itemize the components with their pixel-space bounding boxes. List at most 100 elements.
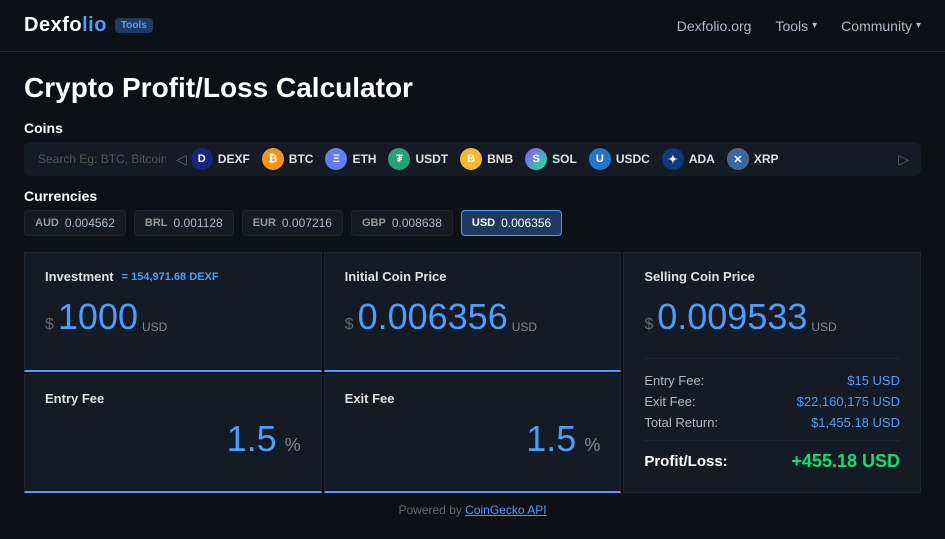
coins-label: Coins bbox=[24, 120, 921, 136]
sol-icon: S bbox=[525, 148, 547, 170]
nav-community-link[interactable]: Community ▾ bbox=[841, 18, 921, 34]
currency-aud[interactable]: AUD 0.004562 bbox=[24, 210, 126, 236]
selling-price-prefix: $ bbox=[644, 316, 653, 334]
coin-item-xrp[interactable]: ✕ XRP bbox=[727, 148, 779, 170]
coin-item-ada[interactable]: ✦ ADA bbox=[662, 148, 715, 170]
coins-prev-button[interactable]: ◁ bbox=[172, 149, 191, 170]
investment-unit: USD bbox=[142, 320, 167, 338]
coin-item-btc[interactable]: ₿ BTC bbox=[262, 148, 314, 170]
coingecko-link[interactable]: CoinGecko API bbox=[465, 503, 546, 517]
currency-brl[interactable]: BRL 0.001128 bbox=[134, 210, 234, 236]
coin-item-sol[interactable]: S SOL bbox=[525, 148, 577, 170]
gbp-value: 0.008638 bbox=[392, 216, 442, 230]
aud-code: AUD bbox=[35, 217, 59, 229]
usdt-icon: ₮ bbox=[388, 148, 410, 170]
currencies-row: AUD 0.004562 BRL 0.001128 EUR 0.007216 G… bbox=[24, 210, 921, 236]
nav-tools-link[interactable]: Tools ▾ bbox=[775, 18, 817, 34]
btc-label: BTC bbox=[289, 152, 314, 166]
coin-item-bnb[interactable]: B BNB bbox=[460, 148, 513, 170]
profit-loss-value: +455.18 USD bbox=[791, 451, 900, 472]
aud-value: 0.004562 bbox=[65, 216, 115, 230]
usd-value: 0.006356 bbox=[501, 216, 551, 230]
tools-chevron-icon: ▾ bbox=[812, 20, 817, 31]
usdc-label: USDC bbox=[616, 152, 650, 166]
dexf-label: DEXF bbox=[218, 152, 250, 166]
gbp-code: GBP bbox=[362, 217, 386, 229]
entry-fee-result-label: Entry Fee: bbox=[644, 373, 704, 388]
sol-label: SOL bbox=[552, 152, 577, 166]
coin-list: D DEXF ₿ BTC Ξ ETH ₮ USDT B BNB S SOL bbox=[191, 148, 894, 170]
ada-label: ADA bbox=[689, 152, 715, 166]
total-return-result-label: Total Return: bbox=[644, 415, 718, 430]
eth-icon: Ξ bbox=[325, 148, 347, 170]
community-chevron-icon: ▾ bbox=[916, 20, 921, 31]
coins-next-button[interactable]: ▷ bbox=[894, 149, 913, 170]
entry-fee-card: Entry Fee 1.5 % bbox=[24, 374, 322, 494]
brand-name: Dexfolio bbox=[24, 14, 107, 37]
xrp-label: XRP bbox=[754, 152, 779, 166]
investment-label: Investment = 154,971.68 DEXF bbox=[45, 269, 301, 284]
dexf-icon: D bbox=[191, 148, 213, 170]
navbar: Dexfolio Tools Dexfolio.org Tools ▾ Comm… bbox=[0, 0, 945, 52]
selling-price-card: Selling Coin Price $ 0.009533 USD Entry … bbox=[623, 252, 921, 493]
exit-fee-unit: % bbox=[584, 435, 600, 456]
nav-site-link[interactable]: Dexfolio.org bbox=[677, 18, 752, 34]
initial-price-value[interactable]: 0.006356 bbox=[358, 296, 508, 338]
total-return-result-row: Total Return: $1,455.18 USD bbox=[644, 415, 900, 430]
coins-row: ◁ D DEXF ₿ BTC Ξ ETH ₮ USDT B BNB bbox=[24, 142, 921, 176]
selling-price-label: Selling Coin Price bbox=[644, 269, 900, 284]
footer: Powered by CoinGecko API bbox=[24, 493, 921, 527]
eur-code: EUR bbox=[253, 217, 276, 229]
currencies-label: Currencies bbox=[24, 188, 921, 204]
exit-fee-card: Exit Fee 1.5 % bbox=[324, 374, 622, 494]
initial-price-label: Initial Coin Price bbox=[345, 269, 601, 284]
currency-usd[interactable]: USD 0.006356 bbox=[461, 210, 562, 236]
nav-links: Dexfolio.org Tools ▾ Community ▾ bbox=[677, 18, 921, 34]
entry-fee-result-row: Entry Fee: $15 USD bbox=[644, 373, 900, 388]
exit-fee-result-row: Exit Fee: $22,160,175 USD bbox=[644, 394, 900, 409]
initial-price-card: Initial Coin Price $ 0.006356 USD bbox=[324, 252, 622, 372]
investment-sublabel: = 154,971.68 DEXF bbox=[122, 271, 219, 283]
bnb-icon: B bbox=[460, 148, 482, 170]
entry-fee-unit: % bbox=[285, 435, 301, 456]
investment-prefix: $ bbox=[45, 316, 54, 334]
initial-price-prefix: $ bbox=[345, 316, 354, 334]
entry-fee-value[interactable]: 1.5 bbox=[227, 418, 277, 460]
exit-fee-result-label: Exit Fee: bbox=[644, 394, 695, 409]
xrp-icon: ✕ bbox=[727, 148, 749, 170]
usdc-icon: U bbox=[589, 148, 611, 170]
exit-fee-value[interactable]: 1.5 bbox=[526, 418, 576, 460]
brand: Dexfolio Tools bbox=[24, 14, 153, 37]
coin-item-usdt[interactable]: ₮ USDT bbox=[388, 148, 448, 170]
investment-value[interactable]: 1000 bbox=[58, 296, 138, 338]
eth-label: ETH bbox=[352, 152, 376, 166]
brl-value: 0.001128 bbox=[174, 216, 223, 230]
entry-fee-label: Entry Fee bbox=[45, 391, 301, 406]
currency-eur[interactable]: EUR 0.007216 bbox=[242, 210, 343, 236]
tools-badge: Tools bbox=[115, 18, 153, 33]
selling-price-value[interactable]: 0.009533 bbox=[657, 296, 807, 338]
coin-item-eth[interactable]: Ξ ETH bbox=[325, 148, 376, 170]
brl-code: BRL bbox=[145, 217, 168, 229]
profit-loss-row: Profit/Loss: +455.18 USD bbox=[644, 440, 900, 472]
selling-price-unit: USD bbox=[811, 320, 836, 338]
eur-value: 0.007216 bbox=[282, 216, 332, 230]
bnb-label: BNB bbox=[487, 152, 513, 166]
calculator-grid: Investment = 154,971.68 DEXF $ 1000 USD … bbox=[24, 252, 921, 493]
coin-item-dexf[interactable]: D DEXF bbox=[191, 148, 250, 170]
usd-code: USD bbox=[472, 217, 495, 229]
total-return-result-value: $1,455.18 USD bbox=[811, 415, 900, 430]
exit-fee-result-value: $22,160,175 USD bbox=[797, 394, 900, 409]
exit-fee-label: Exit Fee bbox=[345, 391, 601, 406]
ada-icon: ✦ bbox=[662, 148, 684, 170]
entry-fee-result-value: $15 USD bbox=[847, 373, 900, 388]
page-title: Crypto Profit/Loss Calculator bbox=[24, 72, 921, 104]
coin-item-usdc[interactable]: U USDC bbox=[589, 148, 650, 170]
usdt-label: USDT bbox=[415, 152, 448, 166]
btc-icon: ₿ bbox=[262, 148, 284, 170]
currency-gbp[interactable]: GBP 0.008638 bbox=[351, 210, 453, 236]
profit-loss-label: Profit/Loss: bbox=[644, 453, 727, 470]
initial-price-unit: USD bbox=[512, 320, 537, 338]
search-input[interactable] bbox=[32, 148, 172, 170]
investment-card: Investment = 154,971.68 DEXF $ 1000 USD bbox=[24, 252, 322, 372]
